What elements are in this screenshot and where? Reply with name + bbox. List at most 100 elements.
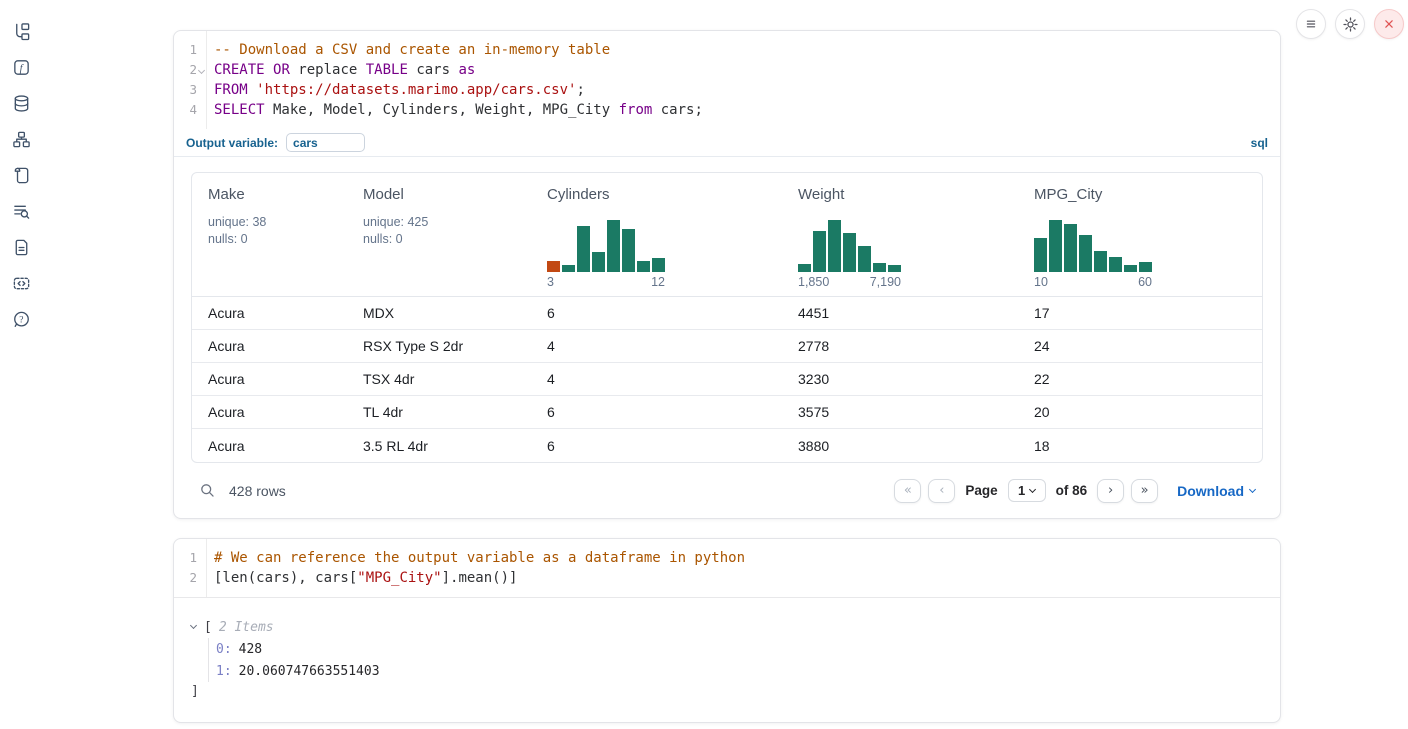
code-token: Make, Model, Cylinders, Weight, MPG_City: [265, 102, 619, 118]
histogram-bar: [888, 265, 901, 272]
histogram-bar: [577, 226, 590, 272]
bracket-open: [: [204, 620, 212, 635]
histogram-bar: [1139, 262, 1152, 272]
code-line[interactable]: 3FROM 'https://datasets.marimo.app/cars.…: [174, 80, 1280, 100]
output-variable-row: Output variable: sql: [174, 129, 1280, 157]
sidebar-item-help[interactable]: ?: [11, 310, 31, 329]
histogram-bars: [547, 218, 665, 272]
code-token: # We can reference the output variable a…: [214, 550, 745, 566]
code-text: CREATE OR replace TABLE cars as: [206, 60, 475, 80]
sidebar-item-logs[interactable]: [11, 202, 31, 221]
histogram-bar: [652, 258, 665, 272]
code-token: replace: [290, 62, 366, 78]
sidebar-item-data-sources[interactable]: [11, 94, 31, 113]
code-text: -- Download a CSV and create an in-memor…: [206, 40, 610, 60]
table-output: Makeunique: 38nulls: 0Modelunique: 425nu…: [174, 157, 1280, 463]
column-header-model[interactable]: Modelunique: 425nulls: 0: [347, 173, 531, 296]
table-row[interactable]: AcuraRSX Type S 2dr4277824: [192, 330, 1262, 363]
sidebar-item-variables[interactable]: f: [11, 58, 31, 77]
table-row[interactable]: AcuraMDX6445117: [192, 297, 1262, 330]
download-button[interactable]: Download: [1177, 483, 1255, 499]
table-cell: Acura: [192, 429, 347, 462]
page-select[interactable]: 1: [1008, 479, 1046, 502]
column-header-mpg_city[interactable]: MPG_City1060: [1018, 173, 1262, 296]
histogram-bar: [813, 231, 826, 272]
language-badge[interactable]: sql: [1251, 136, 1268, 150]
column-header-weight[interactable]: Weight1,8507,190: [782, 173, 1018, 296]
histogram-bar: [1064, 224, 1077, 272]
sidebar-item-scratchpad[interactable]: [11, 166, 31, 185]
table-cell: 22: [1018, 363, 1262, 395]
shutdown-button[interactable]: [1374, 9, 1404, 39]
last-page-button[interactable]: »: [1131, 479, 1158, 503]
column-stat: nulls: 0: [363, 231, 531, 248]
histogram-max-label: 60: [1138, 275, 1152, 289]
histogram-min-label: 10: [1034, 275, 1048, 289]
table-row[interactable]: AcuraTL 4dr6357520: [192, 396, 1262, 429]
code-line[interactable]: 2CREATE OR replace TABLE cars as: [174, 60, 1280, 80]
tree-collapse-toggle[interactable]: [191, 626, 204, 628]
column-stats: unique: 38nulls: 0: [208, 214, 347, 248]
code-token: 'https://datasets.marimo.app/cars.csv': [256, 82, 576, 98]
notebook: 1 -- Download a CSV and create an in-memo…: [173, 30, 1281, 723]
code-token: TABLE: [366, 62, 408, 78]
hamburger-icon: [1303, 16, 1319, 32]
code-token: cars: [408, 62, 459, 78]
code-line[interactable]: 1-- Download a CSV and create an in-memo…: [174, 40, 1280, 60]
histogram-bar: [607, 220, 620, 272]
histogram-bar: [547, 261, 560, 272]
histogram-bar: [592, 252, 605, 272]
table-row[interactable]: AcuraTSX 4dr4323022: [192, 363, 1262, 396]
line-number: 2: [174, 568, 206, 588]
histogram-bar: [1034, 238, 1047, 272]
line-number: 1: [174, 548, 206, 568]
column-stat: unique: 38: [208, 214, 347, 231]
line-number: 4: [174, 100, 206, 120]
histogram-bar: [622, 229, 635, 272]
code-text: FROM 'https://datasets.marimo.app/cars.c…: [206, 80, 585, 100]
histogram-bar: [1049, 220, 1062, 272]
search-icon[interactable]: [199, 482, 216, 499]
code-token: cars;: [652, 102, 703, 118]
column-header-cylinders[interactable]: Cylinders 312: [531, 173, 782, 296]
code-line[interactable]: 4SELECT Make, Model, Cylinders, Weight, …: [174, 100, 1280, 120]
table-cell: Acura: [192, 330, 347, 362]
column-header-make[interactable]: Makeunique: 38nulls: 0: [192, 173, 347, 296]
tree-entry: 0:428: [216, 638, 1280, 660]
items-count-label: 2 Items: [219, 620, 274, 635]
settings-button[interactable]: [1335, 9, 1365, 39]
code-token: "MPG_City": [357, 570, 441, 586]
table-cell: 3575: [782, 396, 1018, 428]
download-label: Download: [1177, 483, 1244, 499]
code-line[interactable]: 2[len(cars), cars["MPG_City"].mean()]: [174, 568, 1280, 588]
chevron-down-icon: [1029, 485, 1036, 492]
page-select-value: 1: [1018, 483, 1025, 498]
tree-entry-value: 20.060747663551403: [239, 664, 380, 679]
column-label: Cylinders: [547, 186, 782, 203]
next-page-button[interactable]: ›: [1097, 479, 1124, 503]
bracket-close: ]: [191, 682, 1280, 702]
code-token: ;: [576, 82, 584, 98]
sidebar-item-file-explorer[interactable]: [11, 22, 31, 41]
code-text: SELECT Make, Model, Cylinders, Weight, M…: [206, 100, 703, 120]
menu-button[interactable]: [1296, 9, 1326, 39]
output-variable-input[interactable]: [286, 133, 365, 152]
sql-code-editor[interactable]: 1-- Download a CSV and create an in-memo…: [174, 31, 1280, 129]
column-histogram: 312: [547, 218, 665, 289]
table-cell: MDX: [347, 297, 531, 329]
histogram-bars: [798, 218, 901, 272]
previous-page-button[interactable]: ‹: [928, 479, 955, 503]
svg-text:f: f: [19, 63, 24, 74]
sidebar-item-documentation[interactable]: [11, 238, 31, 257]
histogram-max-label: 12: [651, 275, 665, 289]
code-token: [248, 82, 256, 98]
table-header-row: Makeunique: 38nulls: 0Modelunique: 425nu…: [192, 173, 1262, 297]
code-line[interactable]: 1 # We can reference the output variable …: [174, 548, 1280, 568]
sidebar-item-snippets[interactable]: [11, 274, 31, 293]
python-code-editor[interactable]: 1 # We can reference the output variable …: [174, 539, 1280, 597]
table-row[interactable]: Acura3.5 RL 4dr6388018: [192, 429, 1262, 462]
first-page-button[interactable]: «: [894, 479, 921, 503]
sidebar-item-dependency-graph[interactable]: [11, 130, 31, 149]
table-cell: 17: [1018, 297, 1262, 329]
histogram-axis-labels: 312: [547, 275, 665, 289]
